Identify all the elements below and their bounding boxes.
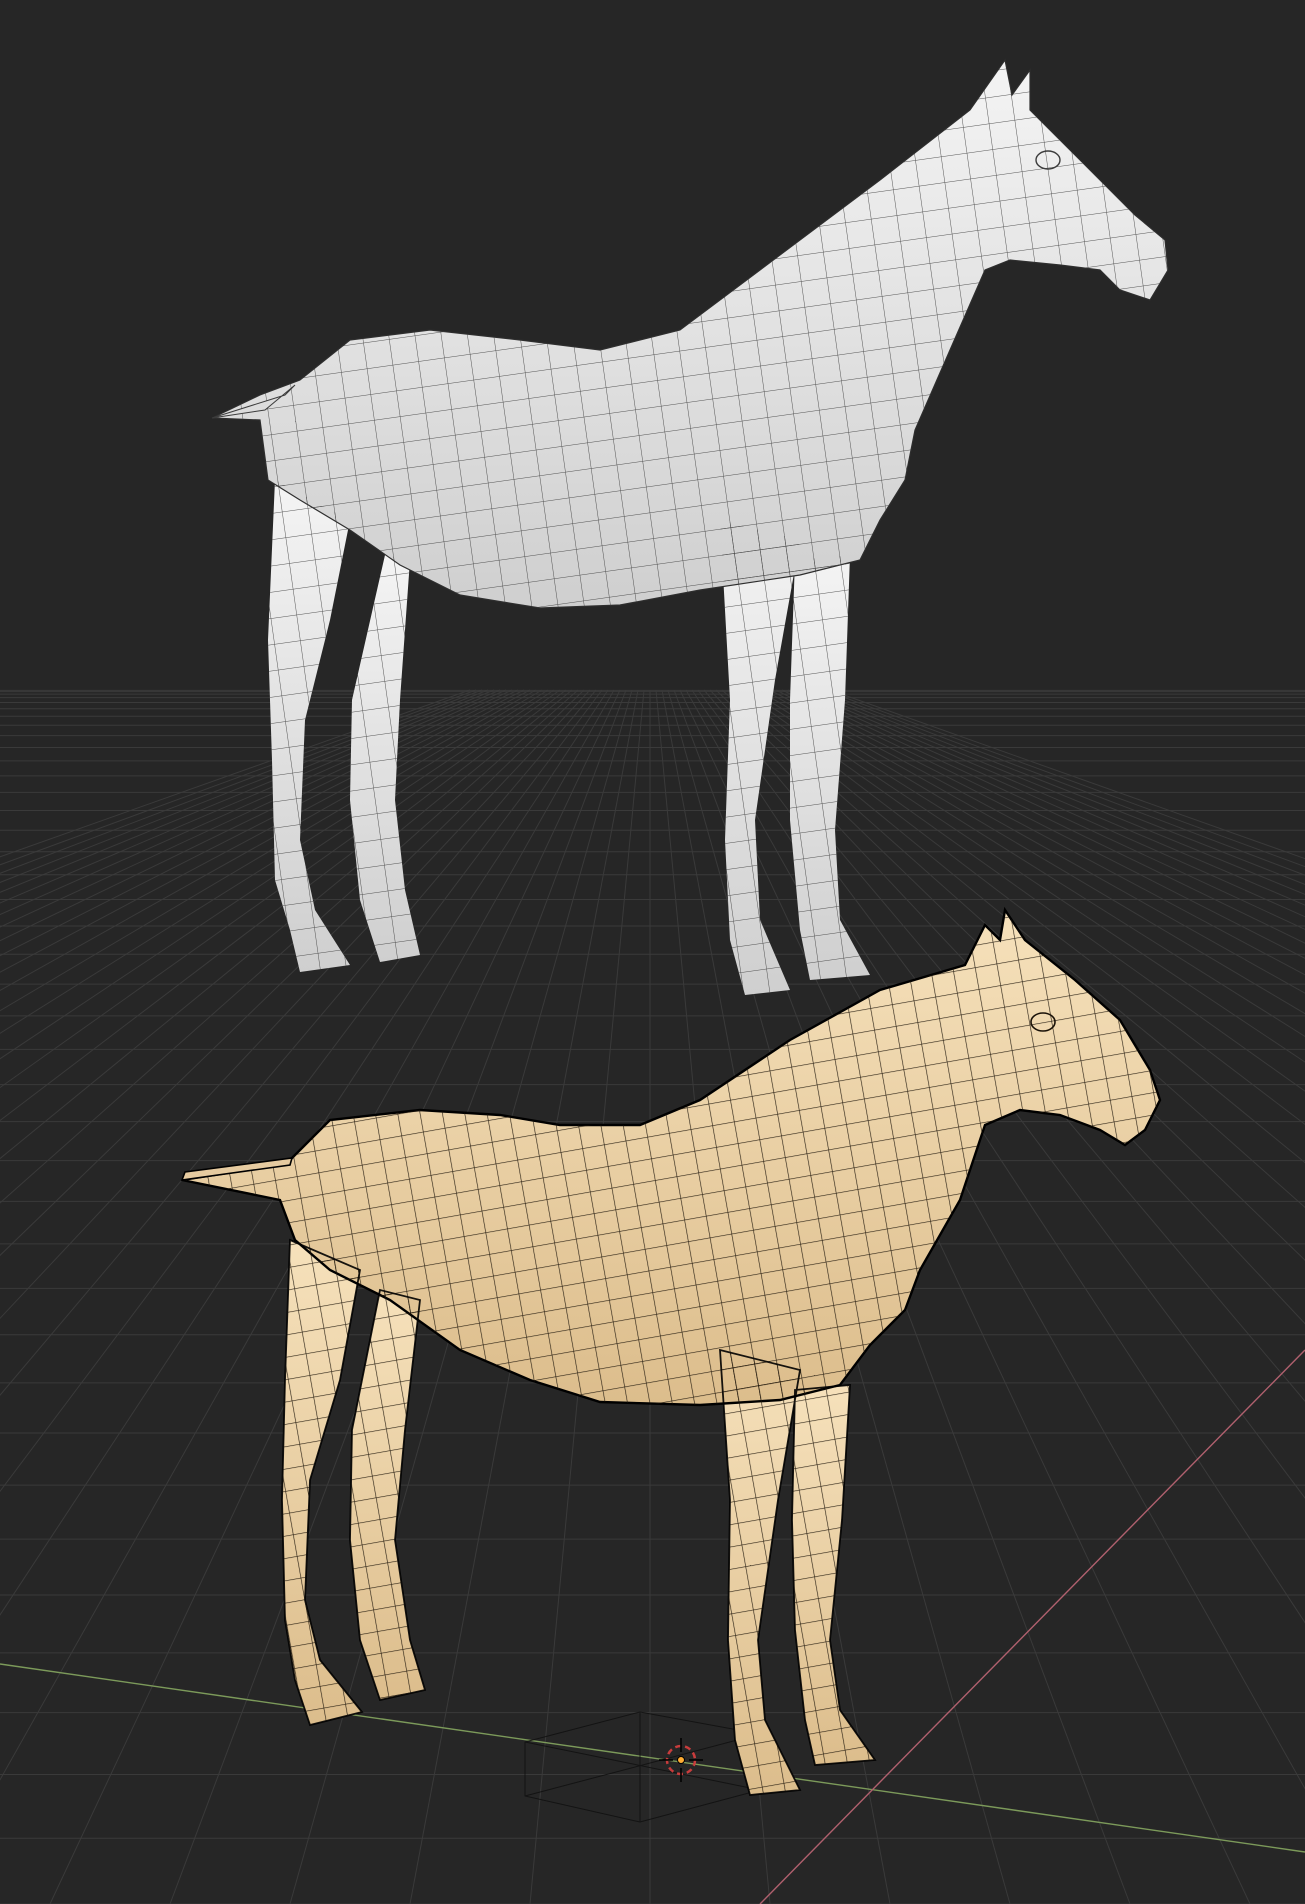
origin-point[interactable] — [677, 1756, 685, 1764]
3d-viewport[interactable] — [0, 0, 1305, 1904]
viewport-canvas[interactable] — [0, 0, 1305, 1904]
